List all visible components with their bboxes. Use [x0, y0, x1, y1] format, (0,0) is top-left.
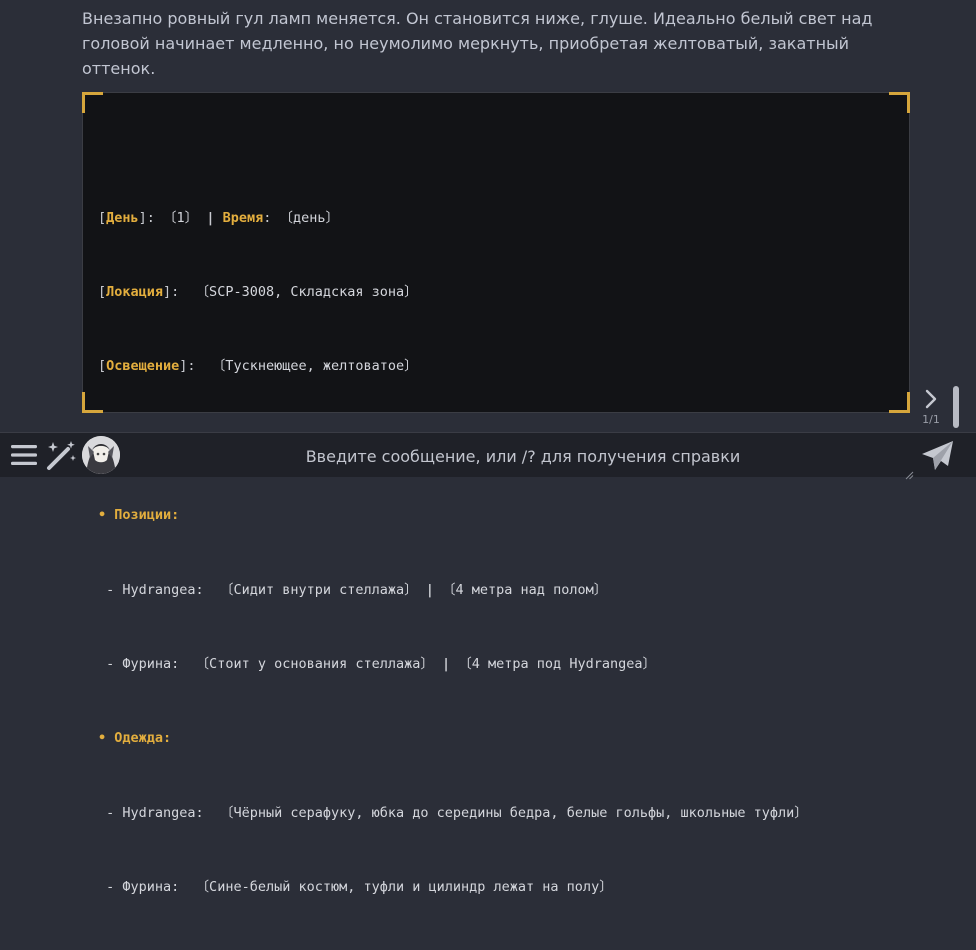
positions-heading: • Позиции:	[98, 507, 180, 524]
send-message-button[interactable]	[920, 439, 956, 473]
swipe-right-button[interactable]	[920, 386, 942, 412]
extensions-wand-button[interactable]	[44, 439, 78, 471]
chat-scrollbar[interactable]	[953, 386, 959, 428]
lighting-value: 〔Тускнеющее, желтоватое〕	[211, 358, 418, 375]
time-label: Время	[222, 209, 264, 226]
corner-decoration	[82, 92, 103, 113]
character-name: - Hydrangea:	[106, 581, 204, 598]
position-row: - Фурина: 〔Стоит у основания стеллажа〕 |…	[106, 655, 656, 672]
chevron-right-icon	[925, 389, 937, 409]
position-place: 〔4 метра под Hydrangea〕	[458, 655, 656, 672]
status-code-block: [День]: 〔1〕 | Время: 〔день〕 [Локация]: 〔…	[82, 92, 910, 895]
time-value: 〔день〕	[279, 209, 339, 226]
character-name: - Hydrangea:	[106, 804, 204, 821]
day-value: 〔1〕	[163, 209, 199, 226]
input-resize-handle[interactable]	[904, 465, 914, 480]
status-line-day-time: [День]: 〔1〕 | Время: 〔день〕	[98, 209, 339, 226]
character-name: - Фурина:	[106, 655, 180, 672]
magic-wand-icon	[47, 441, 76, 470]
position-row: - Hydrangea: 〔Сидит внутри стеллажа〕 | 〔…	[106, 581, 608, 598]
character-name: - Фурина:	[106, 879, 180, 896]
status-line-location: [Локация]: 〔SCP-3008, Складская зона〕	[98, 283, 418, 300]
clothing-row: - Фурина: 〔Сине-белый костюм, туфли и ци…	[98, 875, 898, 900]
location-value: 〔SCP-3008, Складская зона〕	[195, 283, 418, 300]
location-label: Локация	[106, 283, 164, 300]
position-state: 〔Стоит у основания стеллажа〕	[195, 655, 434, 672]
chat-input-bar	[0, 432, 976, 480]
options-menu-button[interactable]	[10, 441, 38, 469]
message-input[interactable]	[128, 437, 918, 475]
status-content: [День]: 〔1〕 | Время: 〔день〕 [Локация]: 〔…	[98, 156, 898, 950]
clothing-heading: • Одежда:	[98, 730, 172, 747]
position-place: 〔4 метра над полом〕	[442, 581, 608, 598]
send-icon	[922, 441, 953, 470]
clothing-value: 〔Сине-белый костюм, туфли и цилиндр лежа…	[195, 879, 613, 896]
clothing-value: 〔Чёрный серафуку, юбка до середины бедра…	[219, 804, 808, 821]
day-label: День	[106, 209, 139, 226]
resize-grip-icon	[905, 471, 914, 480]
clothing-row: - Hydrangea: 〔Чёрный серафуку, юбка до с…	[98, 801, 898, 826]
corner-decoration	[889, 92, 910, 113]
status-line-lighting: [Освещение]: 〔Тускнеющее, желтоватое〕	[98, 358, 418, 375]
avatar-image-icon	[82, 436, 120, 474]
message-text: Внезапно ровный гул ламп меняется. Он ст…	[82, 9, 873, 78]
position-state: 〔Сидит внутри стеллажа〕	[219, 581, 418, 598]
character-avatar[interactable]	[82, 436, 120, 474]
hamburger-icon	[11, 445, 37, 465]
lighting-label: Освещение	[106, 358, 180, 375]
swipe-counter: 1/1	[922, 413, 940, 426]
